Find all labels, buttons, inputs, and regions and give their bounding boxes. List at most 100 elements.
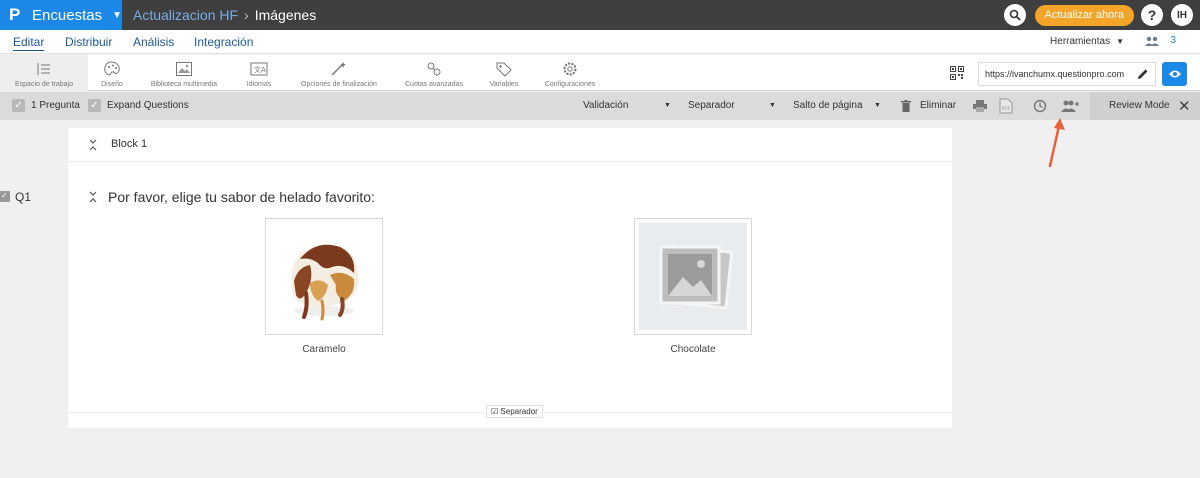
breadcrumb-separator-icon: › [244,7,249,23]
chevron-down-icon: ▼ [1116,37,1124,46]
qr-code-icon[interactable] [950,66,964,80]
delete-button[interactable]: Eliminar [920,100,956,111]
separator-toggle[interactable]: ☑ Separador [486,405,543,418]
eye-icon [1168,70,1181,78]
help-button[interactable]: ? [1141,4,1163,26]
survey-url-field[interactable]: https://ivanchumx.questionpro.com [978,62,1156,86]
chevron-down-icon: ▼ [664,102,671,109]
product-name: Encuestas [32,6,103,24]
breadcrumb-parent[interactable]: Actualizacion HF [133,7,238,23]
chevron-down-icon: ▼ [769,102,776,109]
image-icon [176,62,192,76]
chevron-down-icon: ▼ [874,102,881,109]
block-header: Block 1 [68,128,952,162]
survey-url: https://ivanchumx.questionpro.com [985,69,1125,79]
quota-icon [427,62,441,76]
toolbar-label: Cuotas avanzadas [405,81,463,88]
close-icon[interactable]: ✕ [1178,97,1191,115]
question-number: Q1 [15,190,32,204]
translate-icon: 文A [250,62,268,76]
history-icon[interactable] [1033,99,1047,113]
pdf-icon[interactable]: PDF [999,98,1013,114]
collapse-block-icon[interactable] [88,138,98,152]
toolbar-languages[interactable]: 文A Idiomas [240,55,278,91]
validation-dropdown[interactable]: Validación ▼ [583,100,673,111]
block-title[interactable]: Block 1 [111,138,147,150]
image-placeholder-icon [639,223,747,330]
add-collaborator-icon[interactable] [1061,100,1079,112]
tab-distribuir[interactable]: Distribuir [65,35,112,49]
gear-icon [563,62,577,76]
separator-label: Separador [688,100,735,111]
option-label-chocolate: Chocolate [670,344,716,355]
annotation-arrow [1048,118,1065,168]
image-option-chocolate[interactable] [634,218,752,335]
search-button[interactable] [1003,4,1026,26]
toolbar-workspace[interactable]: Espacio de trabajo [0,55,88,91]
check-icon: ✓ [90,100,99,111]
toolbar-label: Espacio de trabajo [15,81,73,88]
ice-cream-image [270,223,378,330]
tab-integracion[interactable]: Integración [194,35,253,49]
trash-icon[interactable] [901,100,911,112]
select-all-checkbox[interactable]: ✓ [12,99,25,112]
page-break-dropdown[interactable]: Salto de página ▼ [793,100,883,111]
breadcrumb: Actualizacion HF › Imágenes [133,7,316,23]
collapse-question-icon[interactable] [88,190,98,204]
top-bar: P Encuestas ▼ Actualizacion HF › Imágene… [0,0,1200,30]
page-break-label: Salto de página [793,100,863,111]
collaborators-button[interactable]: 3 [1144,35,1176,46]
toolbar-label: Biblioteca multimedia [150,81,218,88]
workspace-icon [37,63,50,75]
toolbar-variables[interactable]: Variables [485,55,523,91]
chevron-down-icon: ▼ [112,9,122,21]
toolbar-label: Diseño [101,81,123,88]
toolbar-label: Idiomas [246,81,272,88]
upgrade-button[interactable]: Actualizar ahora [1034,4,1134,26]
tab-analisis[interactable]: Análisis [133,35,174,49]
search-icon [1009,9,1021,21]
question-count: 1 Pregunta [31,100,80,111]
review-mode-button[interactable]: Review Mode [1109,100,1170,111]
print-icon[interactable] [973,100,987,112]
tools-dropdown[interactable]: Herramientas ▼ [1050,36,1124,47]
users-icon [1145,36,1160,46]
tab-editar[interactable]: Editar [13,35,44,49]
check-icon: ✓ [14,100,23,111]
breadcrumb-current: Imágenes [254,7,317,23]
preview-button[interactable] [1162,62,1187,86]
questionpro-logo-icon: P [9,5,21,24]
svg-text:文A: 文A [254,65,266,74]
toolbar-end-options[interactable]: Opciones de finalización [295,55,383,91]
question-text[interactable]: Por favor, elige tu sabor de helado favo… [108,189,375,205]
separator-dropdown[interactable]: Separador ▼ [688,100,778,111]
separator-toggle-label: Separador [500,407,538,416]
collaborators-count: 3 [1170,35,1176,46]
palette-icon [104,61,120,76]
review-mode-panel: Review Mode ✕ [1090,92,1200,120]
toolbar-design[interactable]: Diseño [92,55,132,91]
toolbar-media-library[interactable]: Biblioteca multimedia [140,55,228,91]
checkbox-icon: ☑ [491,407,501,416]
main-tabs: Editar Distribuir Análisis Integración H… [0,30,1200,54]
toolbar-advanced-quotas[interactable]: Cuotas avanzadas [400,55,468,91]
expand-questions-checkbox[interactable]: ✓ [88,99,101,112]
toolbar-settings[interactable]: Configuraciones [540,55,600,91]
tag-icon [496,62,512,77]
toolbar-label: Opciones de finalización [301,81,377,88]
expand-questions-label: Expand Questions [107,100,189,111]
toolbar-label: Configuraciones [544,81,596,88]
pencil-icon[interactable] [1137,68,1149,80]
toolbar-label: Variables [489,81,519,88]
survey-block-card: Block 1 Por favor, elige tu sabor de hel… [68,128,952,428]
tools-label: Herramientas [1050,36,1111,47]
wand-icon [331,62,346,76]
check-icon: ✓ [1,191,8,200]
question-action-bar: ✓ 1 Pregunta ✓ Expand Questions Validaci… [0,92,1200,120]
image-option-caramelo[interactable] [265,218,383,335]
validation-label: Validación [583,100,629,111]
avatar[interactable]: IH [1171,4,1193,26]
product-switcher[interactable]: P Encuestas ▼ [0,0,122,30]
question-select-checkbox[interactable]: ✓ [0,191,10,202]
option-label-caramelo: Caramelo [302,344,346,355]
